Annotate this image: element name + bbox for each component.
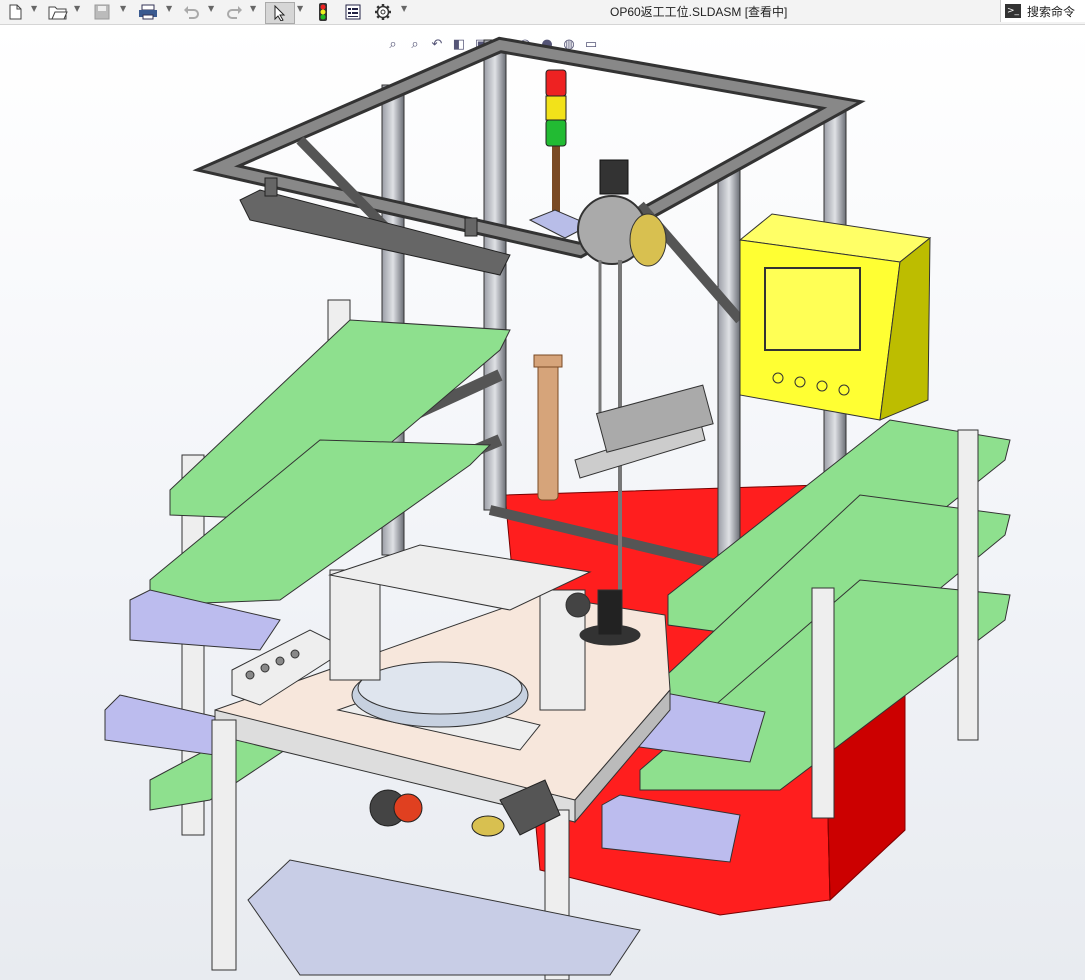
redo-icon[interactable] [224,2,246,22]
terminal-icon: >_ [1005,4,1021,18]
assembly-3d-model[interactable] [0,25,1085,980]
chevron-down-icon[interactable]: ▼ [297,4,303,13]
select-pointer-icon[interactable] [265,2,295,24]
overhead-light-bar [239,177,511,276]
options-gear-icon[interactable] [372,2,394,22]
chevron-down-icon[interactable]: ▼ [31,4,37,13]
chevron-down-icon[interactable]: ▼ [250,4,256,13]
chevron-down-icon[interactable]: ▼ [166,4,172,13]
rebuild-traffic-light-icon[interactable] [314,2,332,22]
chevron-down-icon[interactable]: ▼ [401,4,407,13]
chevron-down-icon[interactable]: ▼ [208,4,214,13]
search-command-box[interactable]: >_ 搜索命令 [1000,0,1085,22]
chevron-down-icon[interactable]: ▼ [74,4,80,13]
title-bar: ▼ ▼ ▼ ▼ ▼ ▼ ▼ ▼ OP60返工工位.SLDASM [查看中] >_… [0,0,1085,25]
undo-icon[interactable] [180,2,202,22]
search-label: 搜索命令 [1027,4,1076,19]
file-properties-icon[interactable] [342,2,364,22]
screwdriver-spindle [533,354,714,501]
save-icon[interactable] [90,2,114,22]
chevron-down-icon[interactable]: ▼ [120,4,126,13]
yellow-control-box [738,213,932,421]
print-icon[interactable] [135,2,161,22]
signal-tower-beacon [528,69,592,239]
new-document-icon[interactable] [4,2,26,22]
open-folder-icon[interactable] [44,2,72,22]
window-title: OP60返工工位.SLDASM [查看中] [610,5,788,19]
